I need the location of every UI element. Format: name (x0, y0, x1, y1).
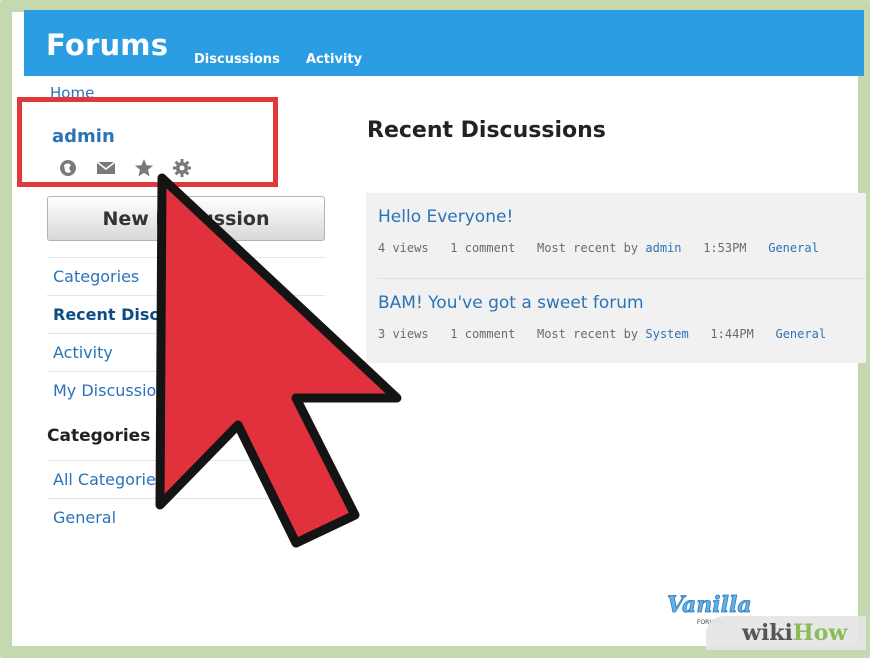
sidebar-item-activity[interactable]: Activity (47, 333, 325, 371)
wikihow-watermark: wiki How (706, 616, 866, 650)
nav-activity[interactable]: Activity (306, 52, 362, 67)
recent-author-link[interactable]: admin (645, 241, 681, 255)
category-all[interactable]: All Categories (47, 460, 325, 498)
wikihow-how: How (792, 620, 848, 646)
comment-count: 1 comment (450, 327, 516, 341)
star-icon[interactable] (134, 158, 154, 178)
page-title: Recent Discussions (367, 118, 606, 143)
recent-prefix: Most recent by (536, 241, 639, 255)
views-count: 3 views (378, 327, 429, 341)
username-link[interactable]: admin (52, 126, 115, 147)
views-count: 4 views (378, 241, 429, 255)
sidebar-item-categories[interactable]: Categories (47, 257, 325, 295)
discussion-time: 1:44PM (710, 327, 754, 341)
recent-prefix: Most recent by (536, 327, 639, 341)
user-box-highlight: admin (17, 97, 278, 187)
category-general[interactable]: General (47, 498, 325, 536)
discussion-item: Hello Everyone! 4 views 1 comment Most r… (378, 193, 866, 277)
vanilla-logo-text: Vanilla (667, 592, 752, 618)
forum-brand[interactable]: Forums (46, 28, 168, 62)
discussion-meta: 4 views 1 comment Most recent by admin 1… (378, 241, 819, 255)
globe-icon[interactable] (58, 158, 78, 178)
discussion-item: BAM! You've got a sweet forum 3 views 1 … (378, 278, 866, 362)
sidebar-item-my-discussions[interactable]: My Discussions (47, 371, 325, 409)
comment-count: 1 comment (450, 241, 516, 255)
wikihow-wiki: wiki (742, 620, 793, 646)
nav-discussions[interactable]: Discussions (194, 52, 280, 67)
forum-header: Forums Discussions Activity (24, 10, 864, 76)
user-icon-bar (58, 158, 192, 178)
discussion-time: 1:53PM (703, 241, 747, 255)
discussion-category-link[interactable]: General (775, 327, 826, 341)
new-discussion-button[interactable]: New Discussion (47, 196, 325, 241)
categories-heading: Categories (47, 426, 151, 446)
discussion-title[interactable]: BAM! You've got a sweet forum (378, 293, 644, 313)
category-list: All Categories General (47, 460, 325, 536)
mail-icon[interactable] (96, 158, 116, 178)
discussion-category-link[interactable]: General (768, 241, 819, 255)
discussion-meta: 3 views 1 comment Most recent by System … (378, 327, 826, 341)
sidebar-nav: Categories Recent Discussions Activity M… (47, 257, 325, 409)
discussion-title[interactable]: Hello Everyone! (378, 207, 513, 227)
sidebar-item-recent-discussions[interactable]: Recent Discussions (47, 295, 325, 333)
gear-icon[interactable] (172, 158, 192, 178)
recent-author-link[interactable]: System (645, 327, 688, 341)
discussion-list: Hello Everyone! 4 views 1 comment Most r… (366, 193, 866, 363)
